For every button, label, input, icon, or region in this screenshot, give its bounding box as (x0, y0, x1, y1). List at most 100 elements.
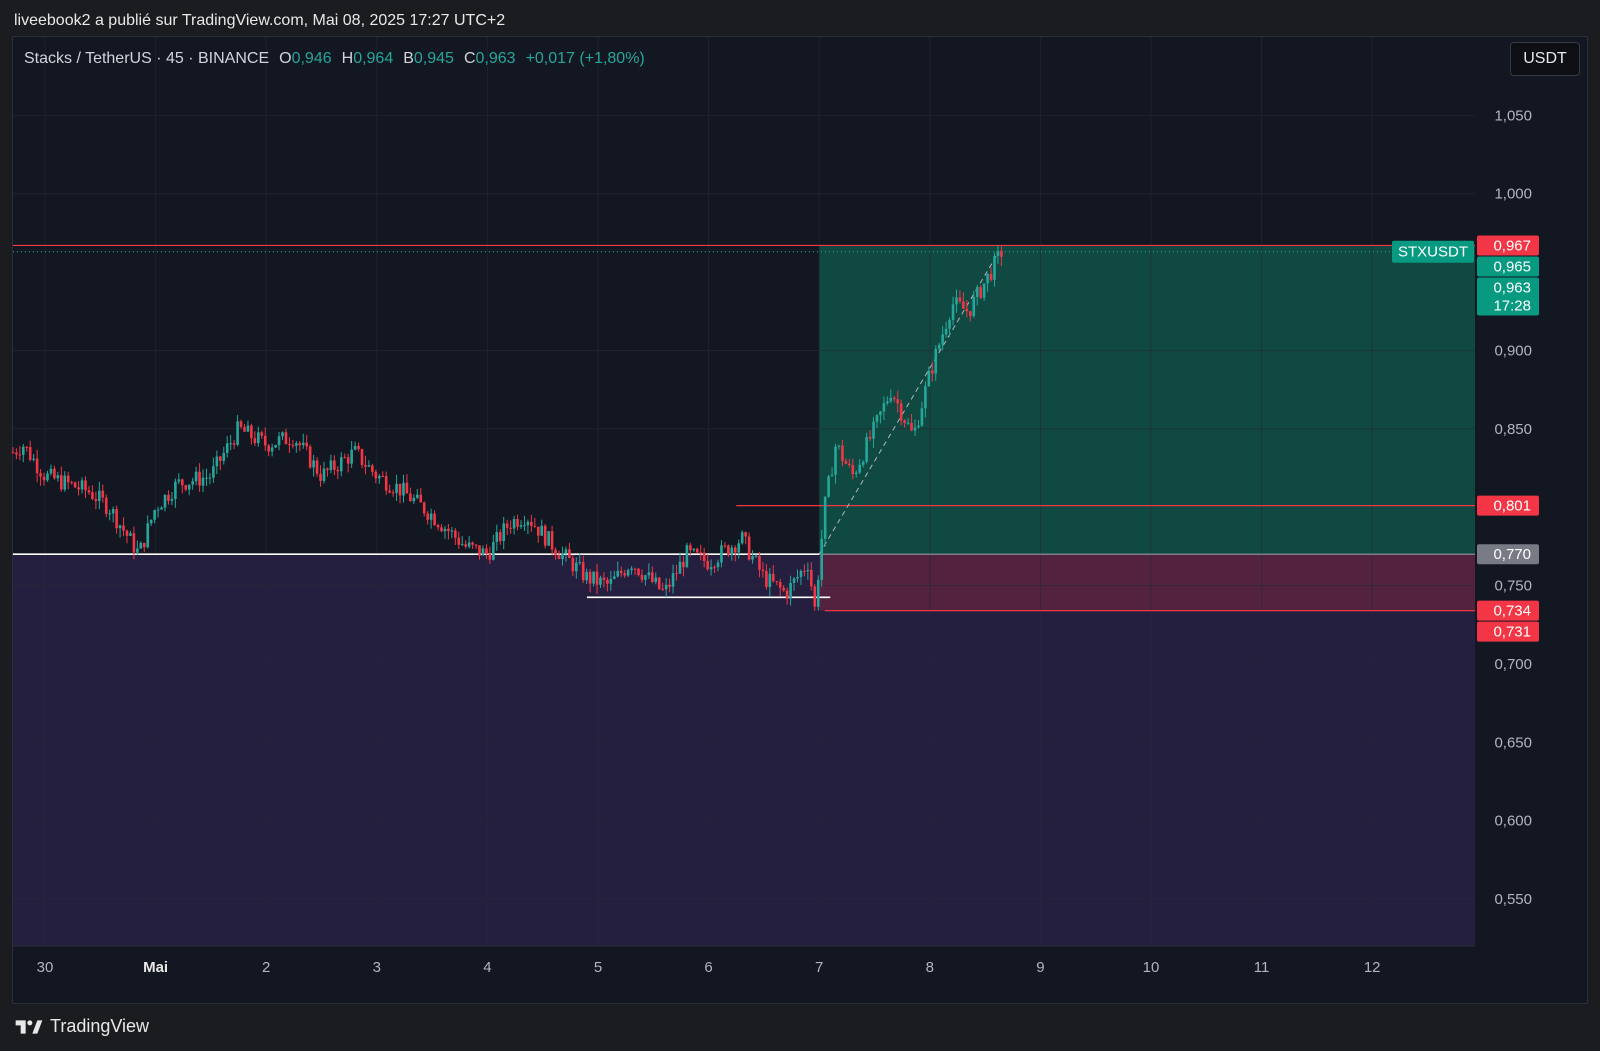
candle-body (619, 570, 623, 574)
candle-body (675, 573, 678, 575)
candle-body (737, 543, 741, 553)
tradingview-brand[interactable]: TradingView (14, 1016, 149, 1037)
price-label-text: 0,967 (1493, 237, 1531, 254)
candle-body (146, 523, 150, 548)
currency-button[interactable]: USDT (1510, 42, 1580, 76)
candle-body (944, 328, 948, 335)
candle-body (813, 586, 817, 607)
candle-body (848, 463, 851, 466)
candle-body (315, 460, 319, 474)
candle-body (208, 477, 212, 479)
candle-body (858, 464, 862, 473)
time-axis-tick: 10 (1143, 959, 1160, 976)
candle-body (533, 525, 537, 527)
candle-body (156, 509, 160, 511)
candle-body (398, 483, 402, 496)
candle-body (574, 562, 578, 572)
candle-body (15, 452, 18, 455)
candle-body (882, 403, 886, 412)
candle-body (671, 573, 675, 587)
candle-body (108, 513, 112, 515)
candle-body (257, 432, 260, 444)
candle-body (357, 445, 360, 450)
candle-body (613, 576, 616, 579)
candle-body (464, 544, 467, 547)
candle-body (702, 552, 706, 561)
candle-body (682, 561, 685, 568)
candle-body (416, 494, 419, 498)
candle-body (903, 420, 906, 424)
candle-body (550, 531, 554, 550)
candle-body (374, 471, 378, 479)
candle-body (851, 465, 855, 475)
candle-body (277, 436, 281, 446)
candle-body (191, 481, 194, 485)
candle-body (377, 475, 381, 479)
candle-body (350, 449, 353, 464)
candle-body (965, 308, 969, 312)
tradingview-logo-icon (15, 1019, 43, 1034)
candle-body (360, 449, 364, 465)
candle-body (305, 442, 309, 447)
candle-body (540, 525, 544, 536)
legend-open-label: O (279, 50, 292, 67)
candle-body (747, 536, 751, 560)
candle-body (834, 446, 837, 475)
candle-body (962, 301, 965, 309)
candle-body (841, 445, 844, 461)
price-label: 0,734 (1477, 600, 1539, 621)
candle-body (751, 556, 754, 560)
candle-body (153, 510, 156, 520)
candle-body (647, 572, 651, 576)
candle-body (861, 461, 865, 465)
candle-body (198, 471, 201, 486)
candle-body (187, 484, 191, 490)
candle-body (695, 548, 699, 553)
candle-body (232, 443, 236, 445)
stop-loss-zone (819, 554, 1475, 611)
candle-body (139, 542, 143, 549)
candle-body (381, 475, 385, 477)
candle-body (488, 553, 492, 560)
candle-body (906, 422, 910, 424)
candle-body (554, 549, 557, 556)
candle-body (205, 477, 208, 479)
candle-body (516, 518, 519, 527)
candle-body (799, 570, 803, 578)
candle-body (281, 432, 284, 437)
candle-body (18, 454, 22, 456)
candle-body (886, 401, 889, 404)
candle-body (975, 287, 979, 297)
candlestick-chart[interactable]: 1,050 1,000 0,900 0,850 0,750 0,700 0,650 0,600… (0, 0, 1600, 1051)
candle-body (692, 548, 696, 551)
candle-body (215, 456, 219, 467)
candle-body (633, 568, 637, 570)
candle-body (778, 582, 782, 588)
time-axis-tick: 12 (1364, 959, 1381, 976)
candle-body (651, 572, 654, 582)
candle-body (969, 311, 972, 317)
candle-body (136, 548, 139, 553)
candle-body (623, 573, 626, 576)
candle-body (920, 408, 924, 426)
price-axis-tick: 0,550 (1494, 891, 1532, 908)
candle-body (917, 425, 920, 428)
candle-body (616, 570, 620, 577)
candle-body (426, 513, 429, 520)
candle-body (467, 542, 471, 547)
candle-body (149, 519, 153, 524)
candle-body (118, 525, 122, 529)
candle-body (955, 297, 958, 305)
candle-body (346, 457, 350, 464)
candle-body (581, 562, 585, 581)
candle-body (481, 548, 485, 556)
candle-body (49, 468, 53, 474)
candle-body (212, 466, 215, 478)
price-label: 0,731 (1477, 621, 1539, 642)
candle-body (530, 521, 533, 526)
candle-body (937, 344, 941, 349)
candle-body (77, 487, 80, 490)
below-entry-zone (13, 554, 1475, 946)
candle-body (782, 587, 785, 591)
candle-body (39, 473, 42, 477)
